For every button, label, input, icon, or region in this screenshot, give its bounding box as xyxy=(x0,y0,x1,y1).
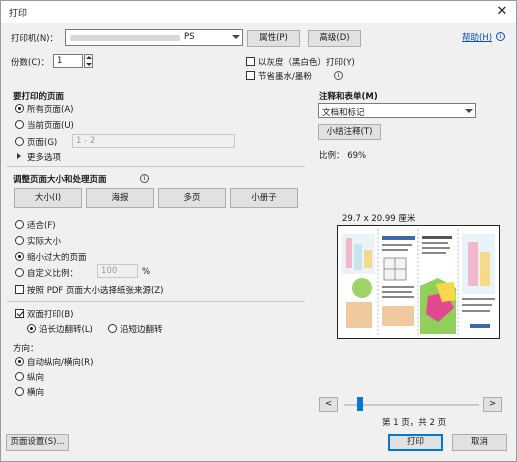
page-slider-thumb[interactable] xyxy=(357,397,363,411)
printer-select[interactable]: PS xyxy=(65,29,243,46)
all-pages-radio[interactable] xyxy=(15,104,24,113)
landscape-label: 横向 xyxy=(27,388,45,398)
long-edge-label: 沿长边翻转(L) xyxy=(39,325,93,335)
next-page-button[interactable]: > xyxy=(483,397,502,412)
page-range-label: 页面(G) xyxy=(27,138,58,148)
pages-section-title: 要打印的页面 xyxy=(13,92,65,102)
grayscale-checkbox[interactable] xyxy=(246,57,255,66)
current-page-radio[interactable] xyxy=(15,120,24,129)
chevron-down-icon xyxy=(228,30,242,45)
comments-select[interactable]: 文档和标记 xyxy=(318,103,476,118)
auto-orientation-radio[interactable] xyxy=(15,357,24,366)
custom-scale-label: 自定义比例： xyxy=(27,269,79,279)
print-button[interactable]: 打印 xyxy=(388,434,443,451)
pdf-source-checkbox[interactable] xyxy=(15,285,24,294)
tab-multiple[interactable]: 多页 xyxy=(158,188,226,208)
scale-label: 比例： 69% xyxy=(319,151,367,161)
window-title: 打印 xyxy=(9,9,28,19)
copies-stepper[interactable] xyxy=(84,54,93,68)
chevron-down-icon xyxy=(461,104,475,117)
actual-size-label: 实际大小 xyxy=(27,237,62,247)
save-ink-info-icon[interactable]: i xyxy=(334,71,343,80)
divider xyxy=(7,166,305,167)
percent-label: % xyxy=(142,267,151,277)
divider xyxy=(7,301,305,302)
printer-name-redacted xyxy=(70,35,180,41)
page-preview xyxy=(337,225,500,339)
save-ink-checkbox[interactable] xyxy=(246,71,255,80)
page-info: 第 1 页，共 2 页 xyxy=(382,418,447,428)
advanced-button[interactable]: 高级(D) xyxy=(308,30,361,47)
comments-section-title: 注释和表单(M) xyxy=(319,92,378,102)
auto-orientation-label: 自动纵向/横向(R) xyxy=(27,358,94,368)
duplex-checkbox[interactable] xyxy=(15,309,24,318)
title-bar: 打印 ✕ xyxy=(1,1,516,23)
tab-booklet[interactable]: 小册子 xyxy=(230,188,298,208)
tab-poster[interactable]: 海报 xyxy=(86,188,154,208)
copies-label: 份数(C)： xyxy=(11,58,50,68)
current-page-label: 当前页面(U) xyxy=(27,121,74,131)
printer-name-suffix: PS xyxy=(184,32,195,42)
shrink-label: 缩小过大的页面 xyxy=(27,253,87,263)
custom-scale-input[interactable]: 100 xyxy=(97,264,138,278)
properties-button[interactable]: 属性(P) xyxy=(247,30,300,47)
portrait-radio[interactable] xyxy=(15,372,24,381)
page-preview-image xyxy=(338,226,499,338)
tab-size[interactable]: 大小(I) xyxy=(14,188,82,208)
comments-selected-value: 文档和标记 xyxy=(322,108,365,118)
fit-radio[interactable] xyxy=(15,220,24,229)
help-info-icon[interactable]: i xyxy=(496,32,505,41)
shrink-radio[interactable] xyxy=(15,252,24,261)
stepper-down-icon[interactable] xyxy=(86,63,92,66)
sizing-info-icon[interactable]: i xyxy=(140,174,149,183)
portrait-label: 纵向 xyxy=(27,373,45,383)
print-dialog: 打印 ✕ 打印机(N)： PS 属性(P) 高级(D) 帮助(H) i 份数(C… xyxy=(0,0,517,462)
landscape-radio[interactable] xyxy=(15,387,24,396)
expand-arrow-icon[interactable] xyxy=(17,153,21,159)
short-edge-radio[interactable] xyxy=(108,324,117,333)
save-ink-label: 节省墨水/墨粉 xyxy=(258,72,312,82)
sizing-section-title: 调整页面大小和处理页面 xyxy=(13,175,107,185)
page-setup-button[interactable]: 页面设置(S)... xyxy=(6,434,69,451)
actual-size-radio[interactable] xyxy=(15,236,24,245)
page-range-input[interactable]: 1 - 2 xyxy=(72,134,235,148)
page-slider-track[interactable] xyxy=(344,404,479,406)
summarize-comments-button[interactable]: 小结注释(T) xyxy=(318,124,381,140)
stepper-up-icon[interactable] xyxy=(86,56,92,59)
all-pages-label: 所有页面(A) xyxy=(27,105,74,115)
orientation-title: 方向： xyxy=(13,344,39,354)
close-icon[interactable]: ✕ xyxy=(494,4,510,20)
copies-input[interactable]: 1 xyxy=(53,54,83,68)
cancel-button[interactable]: 取消 xyxy=(452,434,507,451)
more-options-link[interactable]: 更多选项 xyxy=(27,151,61,163)
short-edge-label: 沿短边翻转 xyxy=(120,325,163,335)
previous-page-button[interactable]: < xyxy=(319,397,338,412)
custom-scale-radio[interactable] xyxy=(15,268,24,277)
pdf-source-label: 按照 PDF 页面大小选择纸张来源(Z) xyxy=(27,286,164,296)
page-range-radio[interactable] xyxy=(15,137,24,146)
grayscale-label: 以灰度（黑白色）打印(Y) xyxy=(258,58,355,68)
printer-label: 打印机(N)： xyxy=(11,34,58,44)
duplex-label: 双面打印(B) xyxy=(27,310,74,320)
fit-label: 适合(F) xyxy=(27,221,56,231)
long-edge-radio[interactable] xyxy=(27,324,36,333)
paper-size-label: 29.7 x 20.99 厘米 xyxy=(342,214,416,224)
help-link[interactable]: 帮助(H) xyxy=(462,31,492,43)
